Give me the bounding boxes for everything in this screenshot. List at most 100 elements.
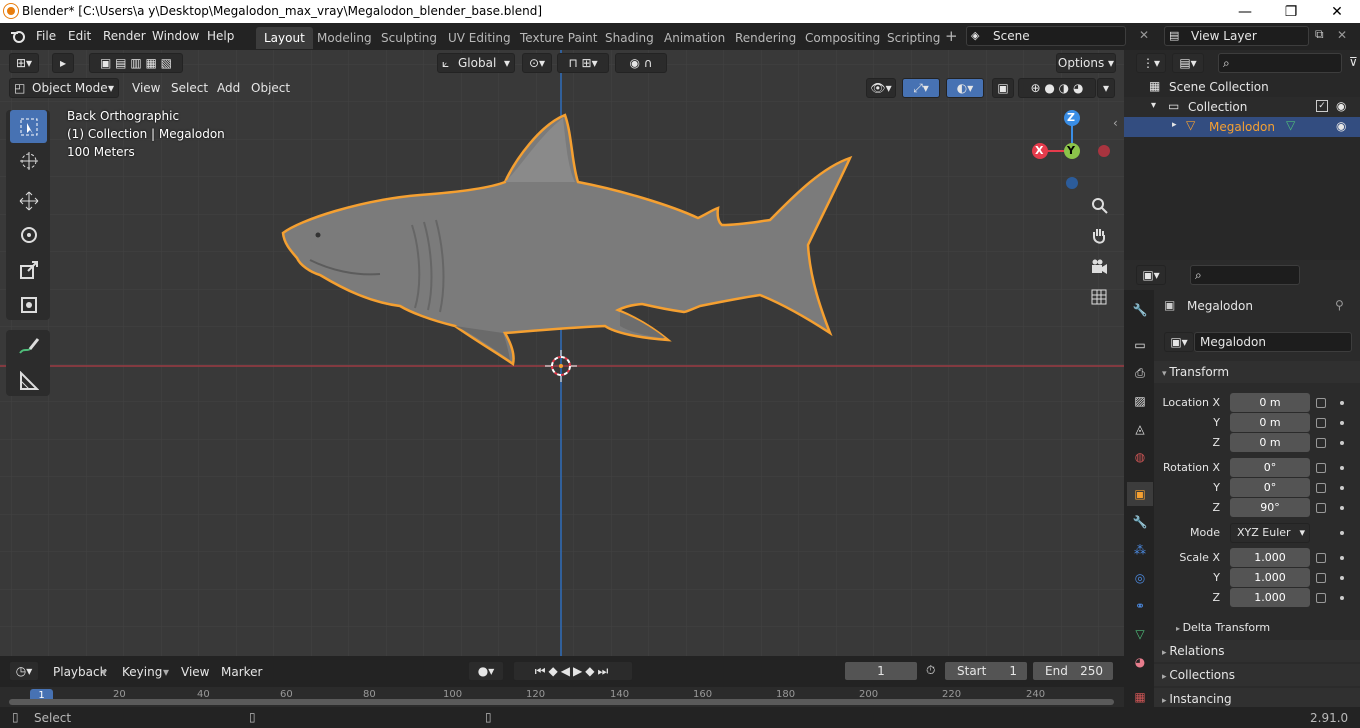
close-button[interactable]: ✕ — [1314, 0, 1360, 23]
keyframe-dot-icon[interactable] — [1340, 576, 1344, 580]
tab-uv-editing[interactable]: UV Editing — [440, 27, 519, 49]
keyframe-dot-icon[interactable] — [1340, 421, 1344, 425]
rotation-z-field[interactable]: 90° — [1230, 498, 1310, 517]
stopwatch-icon[interactable]: ⏱ — [926, 663, 935, 678]
add-workspace-icon[interactable]: + — [945, 27, 958, 45]
keyframe-dot-icon[interactable] — [1340, 506, 1344, 510]
keyframe-dot-icon[interactable] — [1340, 466, 1344, 470]
move-tool[interactable] — [10, 184, 47, 217]
data-tab-icon[interactable]: ▽ — [1127, 622, 1153, 646]
keyframe-dot-icon[interactable] — [1340, 556, 1344, 560]
timeline-scrollbar[interactable] — [9, 699, 1114, 705]
rotation-y-field[interactable]: 0° — [1230, 478, 1310, 497]
timeline-menu-marker[interactable]: Marker — [221, 665, 262, 679]
outliner-row-scene-collection[interactable]: ▦ Scene Collection — [1124, 77, 1360, 97]
end-frame-field[interactable]: End 250 — [1032, 661, 1114, 681]
timeline-menu-view[interactable]: View — [181, 665, 209, 679]
measure-tool[interactable] — [10, 364, 47, 397]
menu-window[interactable]: Window — [152, 29, 199, 43]
expand-arrow-icon[interactable]: ▸ — [1172, 120, 1177, 130]
tab-scripting[interactable]: Scripting — [879, 27, 948, 49]
lock-icon[interactable] — [1316, 593, 1326, 603]
keyframe-dot-icon[interactable] — [1340, 486, 1344, 490]
scene-selector[interactable]: ◈ Scene — [966, 26, 1126, 46]
tab-shading[interactable]: Shading — [597, 27, 662, 49]
rotation-x-field[interactable]: 0° — [1230, 458, 1310, 477]
outliner-display-mode[interactable]: ▤▾ — [1172, 53, 1204, 73]
timeline-menu-playback[interactable]: Playback — [53, 665, 107, 679]
texture-tab-icon[interactable]: ▦ — [1127, 685, 1153, 709]
eye-icon[interactable]: ◉ — [1336, 119, 1346, 133]
timeline-editor-type[interactable]: ◷▾ — [9, 661, 39, 681]
location-x-field[interactable]: 0 m — [1230, 393, 1310, 412]
outliner-search-input[interactable]: ⌕ — [1218, 53, 1342, 73]
viewport-menu-select[interactable]: Select — [171, 81, 208, 95]
keyframe-dot-icon[interactable] — [1340, 401, 1344, 405]
mesh-data-icon[interactable]: ▽ — [1286, 118, 1295, 132]
camera-icon[interactable] — [1087, 255, 1111, 279]
playback-controls[interactable]: ⏮◆◀▶◆⏭ — [513, 661, 633, 681]
tab-texture-paint[interactable]: Texture Paint — [512, 27, 605, 49]
keyframe-dot-icon[interactable] — [1340, 441, 1344, 445]
viewport-menu-object[interactable]: Object — [251, 81, 290, 95]
lock-icon[interactable] — [1316, 503, 1326, 513]
select-tool-button[interactable]: ▸ — [52, 53, 74, 73]
new-view-layer-icon[interactable]: ⧉ — [1315, 27, 1324, 42]
collection-checkbox[interactable]: ✓ — [1316, 100, 1328, 112]
expand-arrow-icon[interactable]: ▾ — [1151, 100, 1156, 111]
options-dropdown[interactable]: Options ▾ — [1056, 53, 1116, 73]
minimize-button[interactable]: — — [1222, 0, 1268, 23]
visibility-dropdown[interactable]: 👁▾ — [866, 78, 896, 98]
view-layer-selector[interactable]: ▤ View Layer — [1164, 26, 1309, 46]
timeline-ruler[interactable]: 1 20 40 60 80 100 120 140 160 180 200 22… — [0, 687, 1124, 707]
xray-toggle[interactable]: ▣ — [992, 78, 1014, 98]
menu-file[interactable]: File — [36, 29, 56, 43]
view-layer-remove-icon[interactable]: ✕ — [1337, 28, 1347, 42]
tab-rendering[interactable]: Rendering — [727, 27, 804, 49]
lock-icon[interactable] — [1316, 438, 1326, 448]
outliner-row-megalodon[interactable]: ▸ ▽ Megalodon ▽ ◉ — [1124, 117, 1360, 137]
keyframe-dot-icon[interactable] — [1340, 531, 1344, 535]
zoom-icon[interactable] — [1087, 193, 1111, 217]
snap-toggle[interactable]: ⊓ ⊞▾ — [557, 53, 609, 73]
shading-modes[interactable]: ⊕ ● ◑ ◕ — [1018, 78, 1096, 98]
location-y-field[interactable]: 0 m — [1230, 413, 1310, 432]
rotation-mode-dropdown[interactable]: XYZ Euler ▾ — [1230, 523, 1310, 543]
viewport-menu-view[interactable]: View — [132, 81, 160, 95]
record-keyframe-button[interactable]: ●▾ — [468, 661, 504, 681]
outliner-row-collection[interactable]: ▾ ▭ Collection ✓ ◉ — [1124, 97, 1360, 117]
filter-icon[interactable]: ⊽ — [1349, 55, 1358, 69]
tab-layout[interactable]: Layout — [256, 27, 313, 49]
overlay-toggle[interactable]: ◐▾ — [946, 78, 984, 98]
object-datablock-dropdown[interactable]: ▣▾ — [1164, 332, 1194, 352]
delta-transform-subpanel[interactable]: ▸ Delta Transform — [1176, 621, 1270, 634]
output-tab-icon[interactable]: ⎙ — [1127, 361, 1153, 385]
relations-panel-header[interactable]: ▸ Relations — [1154, 640, 1360, 662]
pivot-point-dropdown[interactable]: ⊙▾ — [522, 53, 552, 73]
scale-tool[interactable] — [10, 253, 47, 286]
blender-menu-icon[interactable] — [10, 29, 26, 43]
collections-panel-header[interactable]: ▸ Collections — [1154, 664, 1360, 686]
lock-icon[interactable] — [1316, 573, 1326, 583]
editor-type-button[interactable]: ⊞▾ — [9, 53, 39, 73]
object-name-field[interactable]: Megalodon — [1194, 332, 1352, 352]
transform-tool[interactable] — [10, 288, 47, 321]
gizmo-toggle[interactable]: ⤢▾ — [902, 78, 940, 98]
tab-modeling[interactable]: Modeling — [309, 27, 380, 49]
pin-icon[interactable]: ⚲ — [1335, 298, 1344, 312]
lock-icon[interactable] — [1316, 398, 1326, 408]
lock-icon[interactable] — [1316, 553, 1326, 563]
scale-y-field[interactable]: 1.000 — [1230, 568, 1310, 587]
timeline-menu-keying[interactable]: Keying — [122, 665, 162, 679]
properties-editor-type[interactable]: ▣▾ — [1136, 265, 1166, 285]
pan-hand-icon[interactable] — [1087, 224, 1111, 248]
lock-icon[interactable] — [1316, 463, 1326, 473]
sidebar-toggle-icon[interactable]: ‹ — [1113, 116, 1118, 130]
transform-orientation-dropdown[interactable]: ⟀ Global ▾ — [437, 53, 515, 73]
material-tab-icon[interactable]: ◕ — [1127, 650, 1153, 674]
current-frame-field[interactable]: 1 — [844, 661, 918, 681]
scale-x-field[interactable]: 1.000 — [1230, 548, 1310, 567]
scale-z-field[interactable]: 1.000 — [1230, 588, 1310, 607]
proportional-edit-toggle[interactable]: ◉ ∩ — [615, 53, 667, 73]
menu-help[interactable]: Help — [207, 29, 234, 43]
